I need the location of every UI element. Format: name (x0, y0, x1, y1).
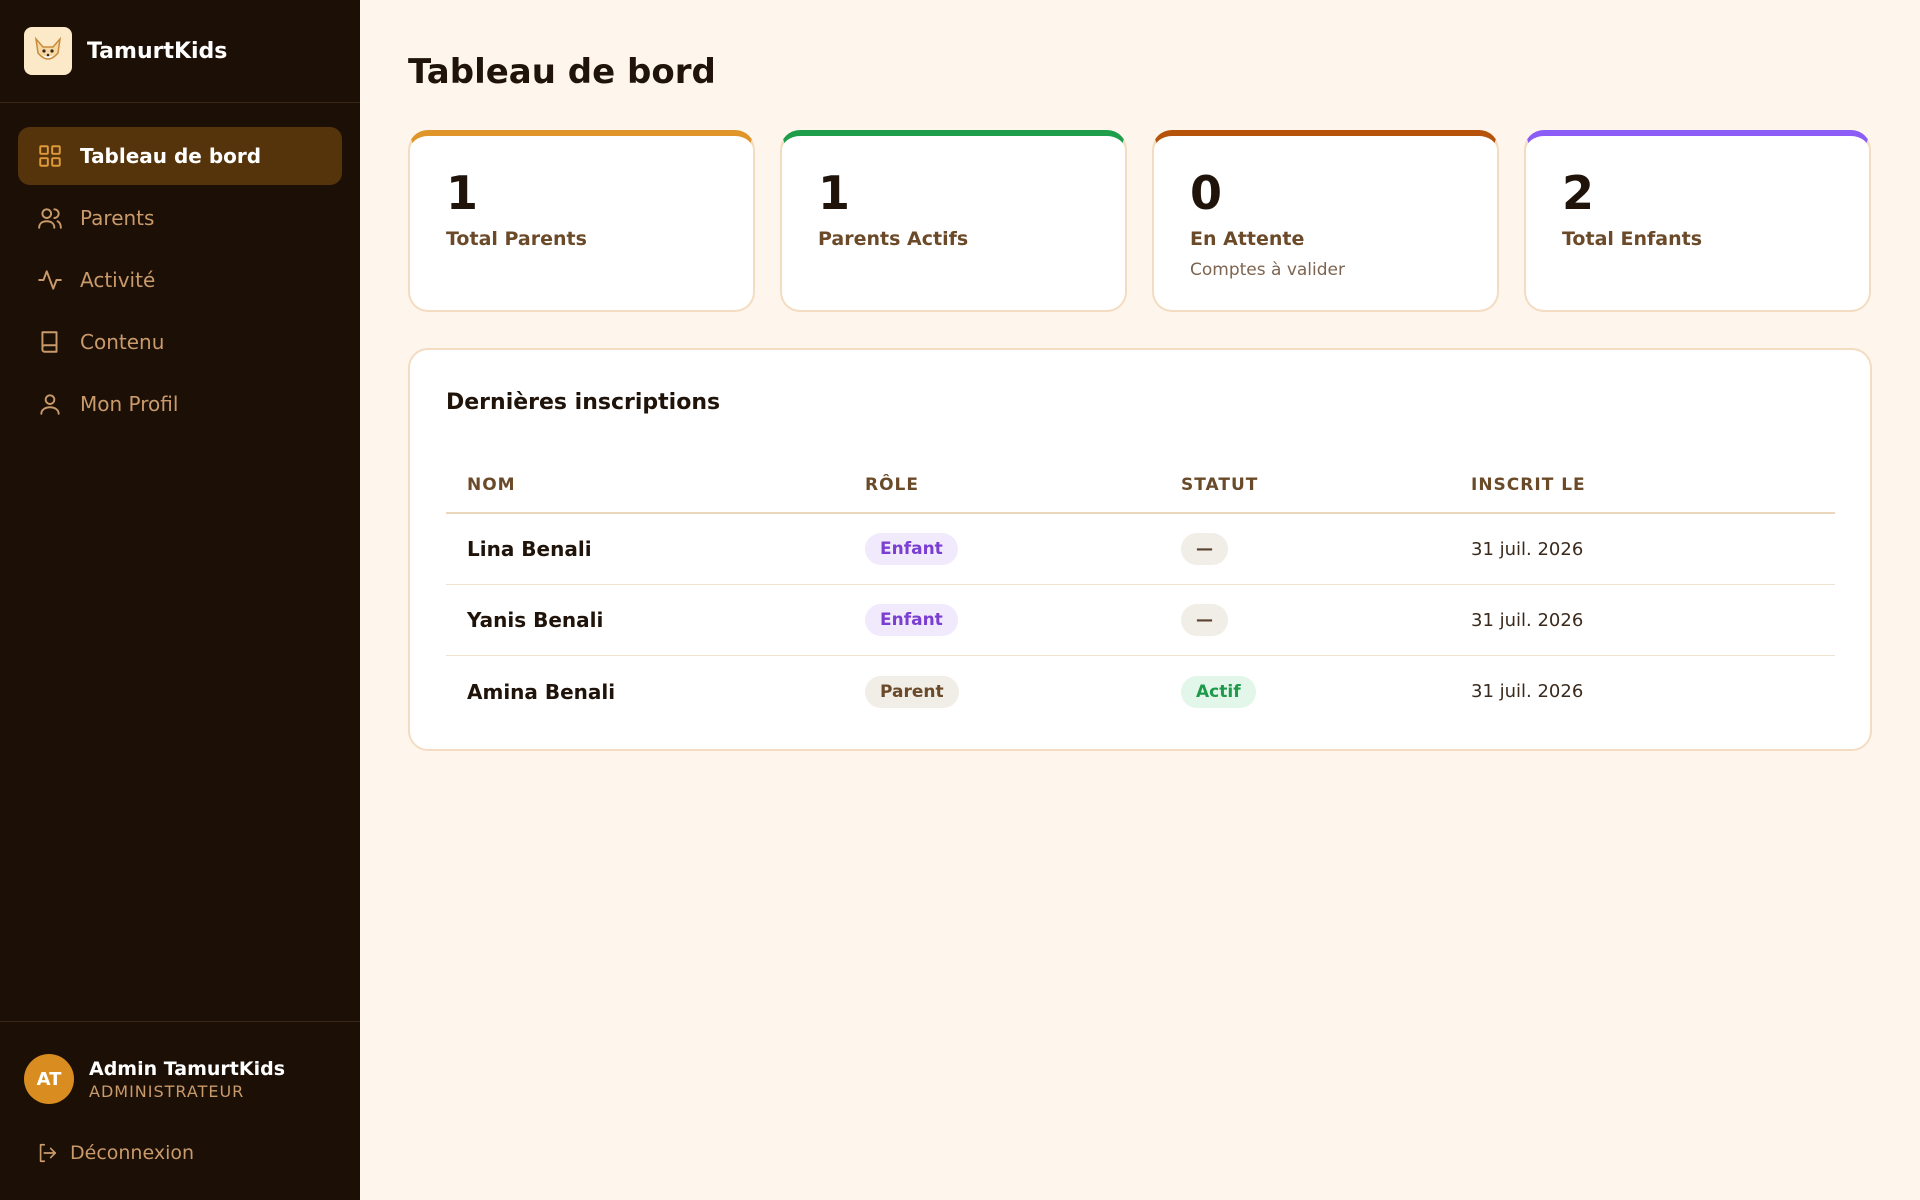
status-badge: Actif (1181, 675, 1256, 708)
sidebar-item-label: Activité (80, 268, 156, 292)
stat-label: En Attente (1190, 228, 1305, 250)
stat-card-active-parents: 1 Parents Actifs (780, 130, 1127, 312)
table-row[interactable]: Lina Benali Enfant — 31 juil. 2026 (446, 514, 1835, 585)
row-date: 31 juil. 2026 (1471, 538, 1584, 560)
sidebar-item-label: Contenu (80, 330, 165, 354)
grid-icon (36, 142, 64, 170)
logout-icon (39, 1143, 57, 1163)
sidebar-item-activity[interactable]: Activité (18, 251, 342, 309)
stat-value: 0 (1190, 166, 1223, 220)
sidebar-item-content[interactable]: Contenu (18, 313, 342, 371)
status-badge: — (1181, 533, 1228, 565)
user-role: ADMINISTRATEUR (89, 1081, 245, 1101)
table-row[interactable]: Yanis Benali Enfant — 31 juil. 2026 (446, 585, 1835, 656)
stat-label: Total Enfants (1562, 228, 1703, 250)
sidebar-item-dashboard[interactable]: Tableau de bord (18, 127, 342, 185)
avatar: AT (24, 1054, 74, 1104)
column-header-status: STATUT (1181, 475, 1259, 495)
book-icon (36, 328, 64, 356)
row-name: Amina Benali (467, 679, 616, 704)
recent-registrations-panel: Dernières inscriptions NOM RÔLE STATUT I… (408, 348, 1872, 751)
fox-logo-icon (24, 27, 72, 75)
stat-value: 1 (446, 166, 479, 220)
brand[interactable]: TamurtKids (0, 0, 360, 103)
stat-value: 2 (1562, 166, 1595, 220)
current-user: AT Admin TamurtKids ADMINISTRATEUR (0, 1021, 360, 1104)
row-date: 31 juil. 2026 (1471, 609, 1584, 631)
table-row[interactable]: Amina Benali Parent Actif 31 juil. 2026 (446, 656, 1835, 727)
sidebar-item-label: Parents (80, 206, 155, 230)
stats-row: 1 Total Parents 1 Parents Actifs 0 En At… (408, 130, 1871, 312)
column-header-name: NOM (467, 475, 516, 495)
sidebar: TamurtKids Tableau de bord Parents Activ… (0, 0, 360, 1200)
sidebar-item-label: Mon Profil (80, 392, 179, 416)
stat-card-pending: 0 En Attente Comptes à valider (1152, 130, 1499, 312)
stat-value: 1 (818, 166, 851, 220)
stat-card-total-parents: 1 Total Parents (408, 130, 755, 312)
role-badge: Enfant (865, 533, 958, 565)
column-header-registered: INSCRIT LE (1471, 475, 1586, 495)
panel-title: Dernières inscriptions (446, 390, 721, 415)
row-name: Lina Benali (467, 537, 592, 561)
registrations-table: NOM RÔLE STATUT INSCRIT LE Lina Benali E… (446, 458, 1835, 727)
role-badge: Parent (865, 675, 959, 708)
users-icon (36, 204, 64, 232)
stat-card-total-children: 2 Total Enfants (1524, 130, 1871, 312)
logout-button[interactable]: Déconnexion (36, 1142, 194, 1164)
main-content: Tableau de bord 1 Total Parents 1 Parent… (360, 0, 1920, 1200)
user-icon (36, 390, 64, 418)
logout-label: Déconnexion (70, 1142, 195, 1164)
activity-icon (36, 266, 64, 294)
role-badge: Enfant (865, 604, 958, 636)
sidebar-item-label: Tableau de bord (80, 144, 262, 168)
table-header: NOM RÔLE STATUT INSCRIT LE (446, 458, 1835, 514)
stat-label: Parents Actifs (818, 228, 969, 250)
sidebar-nav: Tableau de bord Parents Activité Contenu… (0, 103, 360, 433)
row-date: 31 juil. 2026 (1471, 681, 1584, 702)
stat-label: Total Parents (446, 228, 587, 250)
user-name: Admin TamurtKids (89, 1057, 286, 1080)
sidebar-item-parents[interactable]: Parents (18, 189, 342, 247)
column-header-role: RÔLE (865, 475, 919, 495)
row-name: Yanis Benali (467, 608, 604, 632)
stat-sublabel: Comptes à valider (1190, 260, 1345, 280)
sidebar-item-profile[interactable]: Mon Profil (18, 375, 342, 433)
brand-name: TamurtKids (87, 38, 228, 64)
status-badge: — (1181, 604, 1228, 636)
page-title: Tableau de bord (408, 52, 716, 92)
